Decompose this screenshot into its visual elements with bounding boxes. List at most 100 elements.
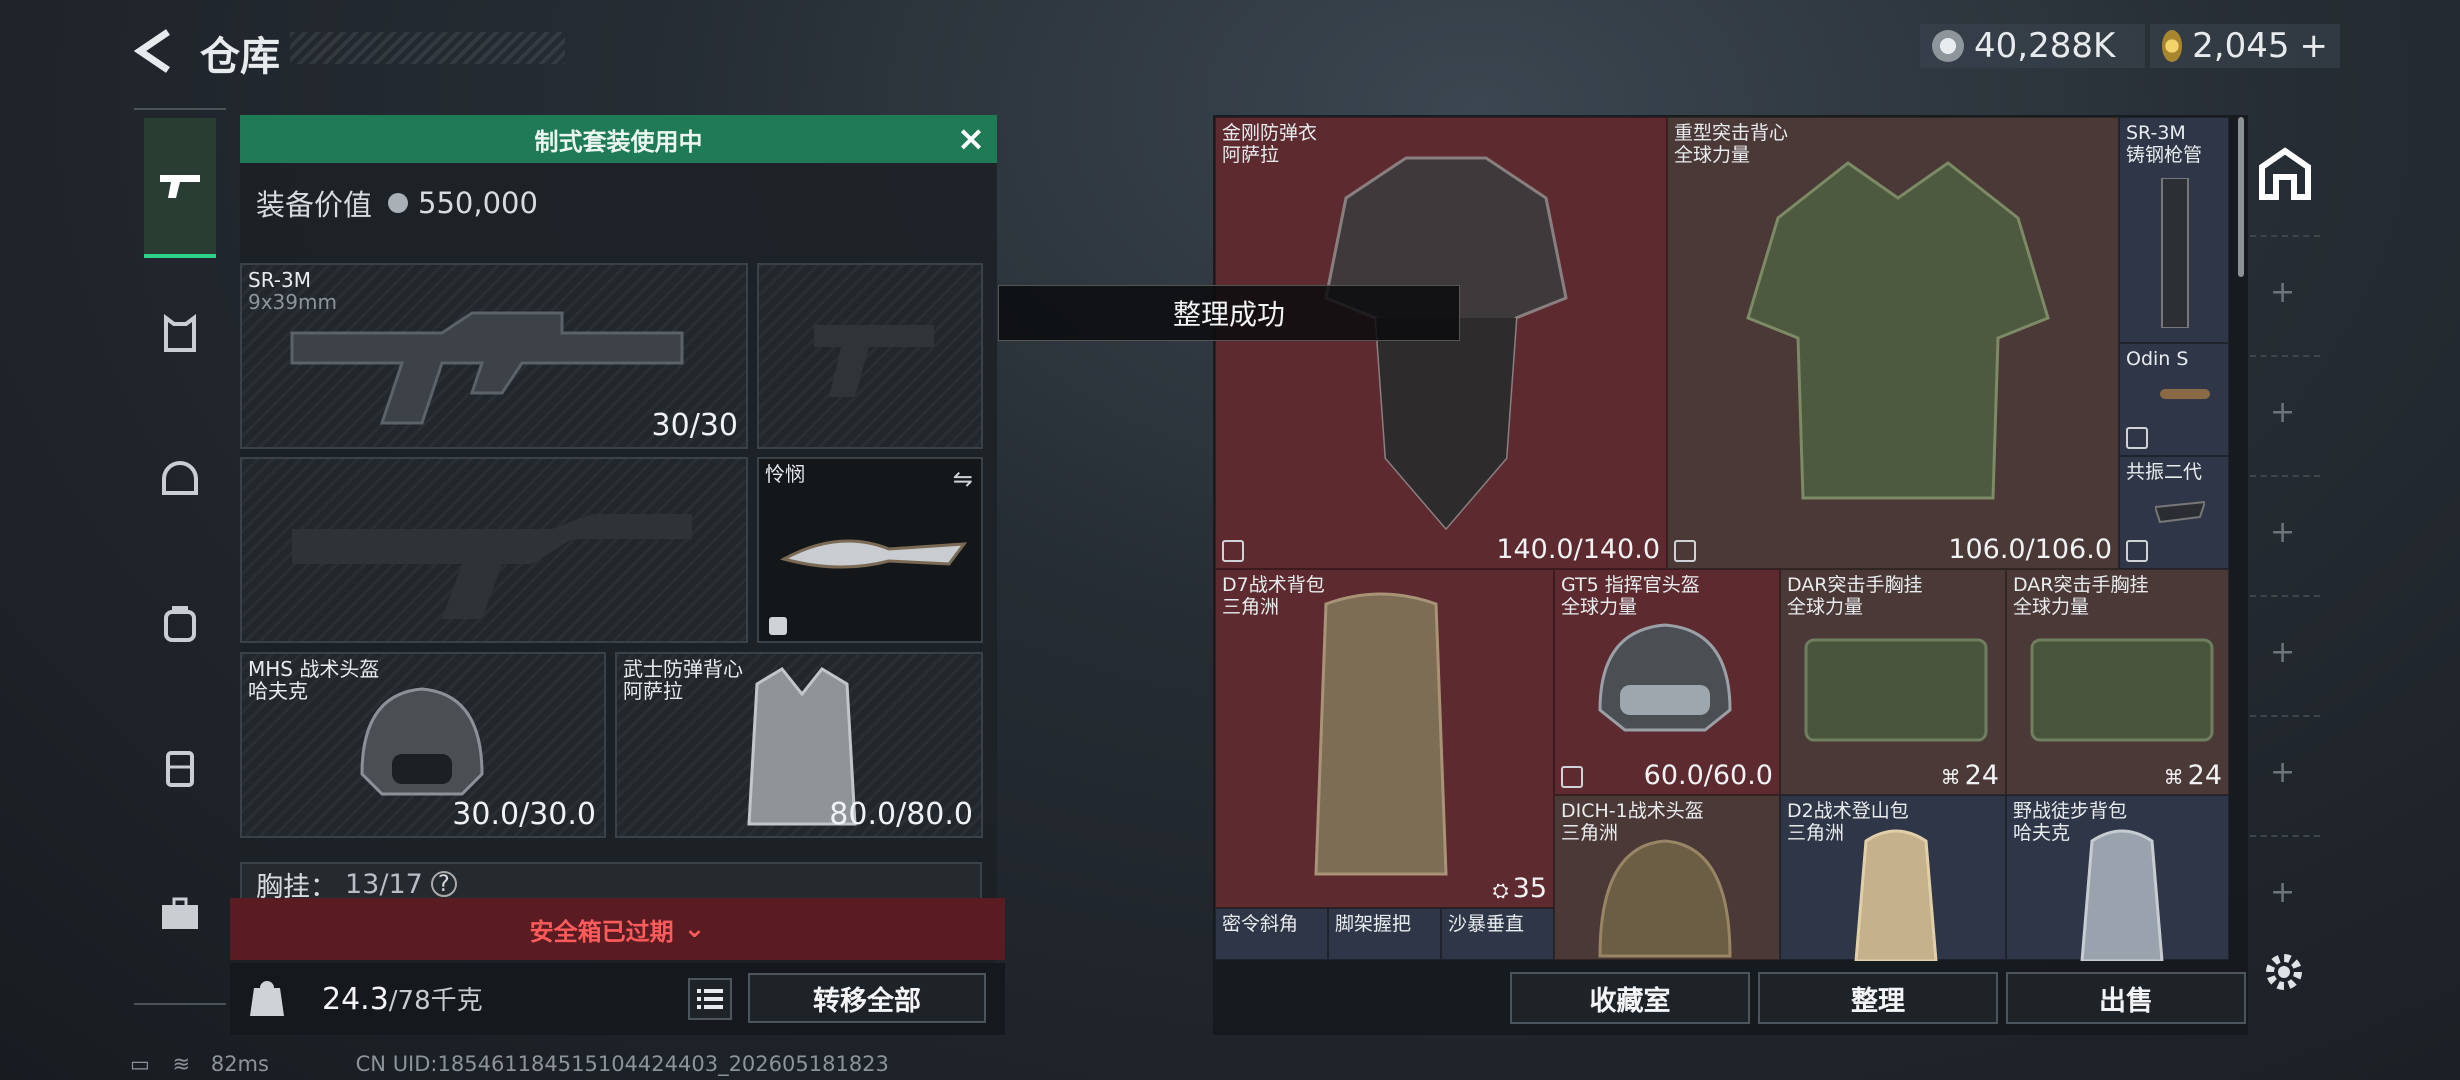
equipment-value: 装备价值 550,000: [256, 182, 538, 224]
loadout-banner: 制式套装使用中 ×: [240, 115, 997, 163]
category-case-icon[interactable]: [144, 878, 216, 950]
item-name: SR-3M: [2126, 122, 2186, 144]
backpack-image: [1314, 592, 1448, 876]
currency-premium[interactable]: 2,045 +: [2150, 24, 2340, 68]
item-brand: 铸钢枪管: [2126, 144, 2203, 166]
silver-coin-icon: [388, 193, 409, 213]
backpack-image: [1854, 829, 1938, 961]
stash-item-d7-backpack[interactable]: D7战术背包 三角洲 ⛭ 35: [1215, 569, 1554, 908]
stash-tabs-column: + + + + + +: [2250, 115, 2320, 985]
sort-button[interactable]: 整理: [1758, 972, 1998, 1024]
add-stash-icon[interactable]: +: [2270, 635, 2295, 670]
stash-item-d2-backpack[interactable]: D2战术登山包 三角洲: [1780, 795, 2006, 961]
stash-item-shabao[interactable]: 沙暴垂直: [1441, 908, 1554, 960]
category-backpack-icon[interactable]: [144, 588, 216, 660]
rifle-placeholder-icon: [292, 514, 692, 619]
add-stash-icon[interactable]: +: [2270, 875, 2295, 910]
title-decoration: [290, 32, 565, 64]
pistol-placeholder-icon: [814, 325, 934, 397]
value-amount: 550,000: [418, 186, 538, 220]
stash-item-heavy-vest[interactable]: 重型突击背心 全球力量 106.0/106.0: [1667, 117, 2119, 569]
swap-icon[interactable]: ⇋: [953, 465, 973, 493]
grip-image: [2155, 500, 2205, 524]
add-stash-icon[interactable]: +: [2270, 515, 2295, 550]
help-icon[interactable]: ?: [430, 871, 457, 897]
item-name: D2战术登山包: [1787, 800, 1909, 822]
armor-brand: 阿萨拉: [623, 679, 683, 703]
premium-amount: 2,045: [2192, 26, 2290, 66]
vault-button[interactable]: 收藏室: [1510, 972, 1750, 1024]
value-label: 装备价值: [256, 188, 373, 222]
rifle-slot-empty[interactable]: [240, 457, 748, 643]
item-name: 共振二代: [2126, 461, 2203, 483]
chestrig-image: [1804, 638, 1988, 742]
category-chestrig-icon[interactable]: [144, 298, 216, 370]
stash-item-dar-chestrig-1[interactable]: DAR突击手胸挂 全球力量 ⌘ 24: [1780, 569, 2006, 795]
stash-home-icon[interactable]: [2258, 147, 2312, 201]
insured-icon: [2126, 540, 2148, 562]
add-stash-icon[interactable]: +: [2270, 395, 2295, 430]
add-stash-icon[interactable]: +: [2270, 755, 2295, 790]
helmet-slot[interactable]: MHS 战术头盔 哈夫克 30.0/30.0: [240, 652, 606, 838]
page-title: 仓库: [200, 34, 280, 80]
stash-item-dar-chestrig-2[interactable]: DAR突击手胸挂 全球力量 ⌘ 24: [2006, 569, 2229, 795]
stash-item-sr3m-barrel[interactable]: SR-3M 铸钢枪管: [2119, 117, 2229, 343]
armor-slot[interactable]: 武士防弹背心 阿萨拉 80.0/80.0: [615, 652, 983, 838]
capacity-value: 24: [2187, 760, 2222, 791]
weight-value: 24.3: [322, 982, 389, 1017]
category-helmet-icon[interactable]: [144, 443, 216, 515]
transfer-all-button[interactable]: 转移全部: [748, 973, 986, 1023]
stash-item-gt5-helmet[interactable]: GT5 指挥官头盔 全球力量 60.0/60.0: [1554, 569, 1780, 795]
capacity-value: 24: [1964, 760, 1999, 791]
battery-icon: ▭: [130, 1052, 150, 1076]
item-durability: 140.0/140.0: [1496, 534, 1660, 565]
stash-scrollbar[interactable]: [2238, 117, 2244, 277]
stash-item-gongzhen[interactable]: 共振二代: [2119, 456, 2229, 569]
helmet-image: [1598, 623, 1732, 732]
secondary-weapon-slot[interactable]: [757, 263, 983, 449]
melee-name: 怜悯: [765, 462, 805, 486]
stash-item-dich1-helmet[interactable]: DICH-1战术头盔 三角洲: [1554, 795, 1780, 960]
close-icon[interactable]: ×: [955, 122, 987, 156]
settings-gear-icon[interactable]: [2262, 950, 2306, 994]
stash-item-miling[interactable]: 密令斜角: [1215, 908, 1328, 960]
stash-item-armor-jingang[interactable]: 金刚防弹衣 阿萨拉 140.0/140.0: [1215, 117, 1667, 569]
weight-display: 24.3/78千克: [322, 980, 483, 1017]
scope-image: [2160, 389, 2210, 399]
chevron-down-icon: ⌄: [683, 914, 706, 944]
item-name: 金刚防弹衣: [1222, 122, 1318, 144]
list-icon[interactable]: [688, 978, 732, 1020]
banner-text: 制式套装使用中: [534, 127, 703, 156]
item-durability: 60.0/60.0: [1643, 760, 1773, 791]
item-brand: 阿萨拉: [1222, 144, 1280, 166]
sell-button[interactable]: 出售: [2006, 972, 2246, 1024]
barrel-image: [2161, 178, 2189, 328]
add-stash-icon[interactable]: +: [2270, 275, 2295, 310]
safebox-expired-bar[interactable]: 安全箱已过期 ⌄: [230, 898, 1005, 960]
stash-item-bipod-grip[interactable]: 脚架握把: [1328, 908, 1441, 960]
vest-image: [1746, 161, 2050, 500]
add-currency-icon[interactable]: +: [2300, 26, 2329, 66]
backpack-image: [2080, 829, 2164, 961]
insured-icon: [1674, 540, 1696, 562]
stash-item-odin-s[interactable]: Odin S: [2119, 343, 2229, 456]
item-brand: 全球力量: [1787, 596, 1864, 618]
primary-weapon-slot[interactable]: SR-3M 9x39mm 30/30: [240, 263, 748, 449]
item-capacity: ⌘ 24: [2163, 760, 2222, 791]
category-weapon-icon[interactable]: [144, 118, 216, 258]
back-arrow-icon[interactable]: [130, 26, 180, 76]
ammo-count: 30/30: [651, 408, 738, 443]
item-name: 野战徒步背包: [2013, 800, 2128, 822]
credits-amount: 40,288K: [1974, 26, 2116, 66]
toast-message: 整理成功: [998, 285, 1460, 341]
melee-slot[interactable]: 怜悯 ⇋: [757, 457, 983, 643]
stash-item-field-backpack[interactable]: 野战徒步背包 哈夫克: [2006, 795, 2229, 961]
chest-value: 13/17: [345, 868, 423, 900]
insured-icon: [1222, 540, 1244, 562]
item-durability: 106.0/106.0: [1948, 534, 2112, 565]
rifle-image: [290, 311, 684, 425]
category-armor-icon[interactable]: [144, 733, 216, 805]
user-uid: CN UID:185461184515104424403_20260518182…: [355, 1052, 889, 1076]
weight-max: /78千克: [388, 986, 483, 1016]
weight-icon: [250, 980, 284, 1018]
